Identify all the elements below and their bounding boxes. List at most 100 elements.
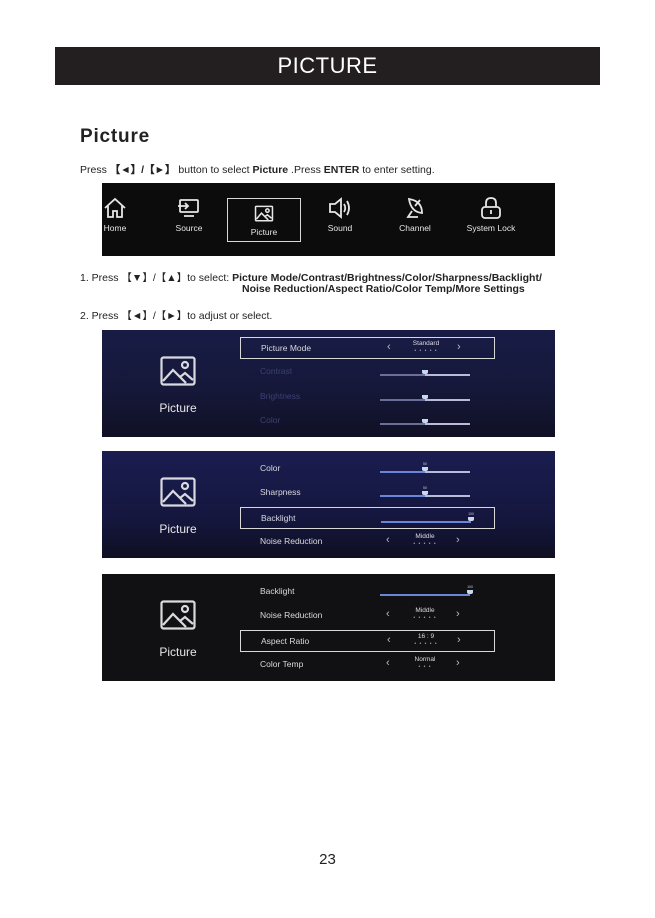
setting-label: Sharpness: [260, 487, 301, 497]
menu-label: Sound: [327, 223, 353, 233]
slider-knob[interactable]: [468, 517, 474, 521]
chevron-left-icon[interactable]: ‹: [387, 341, 391, 353]
slider-track[interactable]: 50: [380, 486, 470, 497]
setting-row-picture-mode[interactable]: Picture Mode ‹ Standard • • • • • ›: [240, 337, 495, 359]
intro-text3: to enter setting.: [359, 164, 435, 176]
tv-main-menu-bar: Home Source Picture Sound Channel System…: [102, 183, 555, 256]
slider-track[interactable]: 50: [380, 395, 470, 401]
setting-label: Brightness: [260, 391, 301, 401]
setting-label: Color: [260, 415, 281, 425]
setting-row-brightness[interactable]: Brightness 50: [240, 386, 495, 408]
slider-knob[interactable]: [467, 590, 473, 594]
chevron-left-icon[interactable]: ‹: [387, 634, 391, 646]
intro-text2: .Press: [288, 164, 324, 176]
menu-item-home[interactable]: Home: [102, 195, 152, 243]
speaker-icon: [329, 197, 350, 219]
setting-value: 16 : 9: [417, 633, 435, 640]
setting-row-sharpness[interactable]: Sharpness 50: [240, 482, 495, 504]
menu-item-sound[interactable]: Sound: [303, 195, 377, 243]
setting-label: Aspect Ratio: [261, 636, 310, 646]
setting-value: Middle: [415, 533, 435, 540]
home-icon: [104, 197, 126, 218]
source-icon: [178, 199, 199, 217]
picture-icon: [254, 205, 274, 222]
chevron-left-icon[interactable]: ‹: [386, 657, 390, 669]
setting-row-backlight[interactable]: Backlight 100: [240, 581, 495, 603]
section-banner: PICTURE: [55, 47, 600, 85]
side-label: Picture: [159, 645, 197, 659]
menu-item-channel[interactable]: Channel: [378, 195, 452, 243]
slider-value: 50: [423, 462, 427, 466]
slider-value: 100: [467, 585, 473, 589]
banner-title: PICTURE: [277, 53, 378, 78]
section-title: Picture: [80, 126, 151, 147]
step-2: 2. Press 【◄】/【►】to adjust or select.: [80, 308, 272, 323]
option-dots: • • •: [418, 664, 432, 670]
slider-fill: [380, 374, 425, 376]
menu-label: System Lock: [466, 223, 516, 233]
clock-icon: [553, 195, 555, 221]
option-dots: • • • • •: [413, 615, 437, 621]
slider-fill: [380, 399, 425, 401]
setting-label: Color Temp: [260, 659, 304, 669]
intro-bold-enter: ENTER: [323, 164, 360, 176]
setting-row-aspect-ratio[interactable]: Aspect Ratio ‹ 16 : 9 • • • • • ›: [240, 630, 495, 652]
setting-row-noise-reduction[interactable]: Noise Reduction ‹ Middle • • • • • ›: [240, 531, 495, 553]
menu-label: Source: [175, 223, 203, 233]
intro-text1: button to select: [175, 164, 253, 176]
slider-fill: [381, 521, 471, 523]
menu-label: Picture: [250, 227, 278, 237]
intro-press: Press: [80, 164, 107, 176]
option-dots: • • • • •: [414, 348, 438, 354]
intro-keys: 【◄】/【►】: [109, 164, 176, 176]
setting-row-backlight[interactable]: Backlight 100: [240, 507, 495, 529]
slider-knob[interactable]: [422, 467, 428, 471]
chevron-left-icon[interactable]: ‹: [386, 534, 390, 546]
setting-row-noise-reduction[interactable]: Noise Reduction ‹ Middle • • • • • ›: [240, 605, 495, 627]
slider-fill: [380, 423, 425, 425]
chevron-right-icon[interactable]: ›: [456, 534, 460, 546]
chevron-right-icon[interactable]: ›: [457, 634, 461, 646]
setting-row-color[interactable]: Color 50: [240, 410, 495, 432]
satellite-dish-icon: [406, 197, 423, 218]
menu-label: Home: [103, 223, 127, 233]
lock-icon: [481, 197, 501, 219]
picture-menu-screen-1: Picture Picture Mode ‹ Standard • • • • • › Co…: [102, 330, 555, 437]
slider-track[interactable]: 50: [380, 419, 470, 425]
setting-row-color[interactable]: Color 50: [240, 458, 495, 480]
step2-text: 2. Press 【◄】/【►】to adjust or select.: [80, 310, 273, 322]
menu-item-picture[interactable]: Picture: [227, 198, 301, 242]
setting-row-contrast[interactable]: Contrast 50: [240, 361, 495, 383]
slider-knob[interactable]: [422, 370, 428, 374]
chevron-left-icon[interactable]: ‹: [386, 608, 390, 620]
setting-label: Contrast: [260, 366, 293, 376]
setting-label: Backlight: [260, 586, 295, 596]
picture-menu-screen-2: Picture Color 50 Sharpness 50 Backlight 100 Noi…: [102, 451, 555, 558]
page-number: 23: [319, 851, 336, 868]
menu-label: Channel: [399, 223, 431, 233]
chevron-right-icon[interactable]: ›: [457, 341, 461, 353]
slider-track[interactable]: 50: [380, 370, 470, 376]
setting-label: Color: [260, 463, 281, 473]
picture-menu-screen-3: Picture Backlight 100 Noise Reduction ‹ Middl…: [102, 574, 555, 681]
slider-knob[interactable]: [422, 491, 428, 495]
slider-value: 50: [423, 486, 427, 490]
slider-knob[interactable]: [422, 395, 428, 399]
slider-track[interactable]: 100: [381, 512, 474, 523]
slider-knob[interactable]: [422, 419, 428, 423]
intro-text: Press 【◄】/【►】 button to select Picture .…: [80, 162, 435, 177]
chevron-right-icon[interactable]: ›: [456, 608, 460, 620]
chevron-right-icon[interactable]: ›: [456, 657, 460, 669]
slider-track[interactable]: 100: [380, 585, 473, 596]
setting-label: Noise Reduction: [260, 536, 323, 546]
menu-item-system-lock[interactable]: System Lock: [454, 195, 528, 243]
slider-track[interactable]: 50: [380, 462, 470, 473]
setting-row-color-temp[interactable]: Color Temp ‹ Normal • • • ›: [240, 654, 495, 676]
slider-value: 100: [468, 512, 474, 516]
step1-bold-line2: Noise Reduction/Aspect Ratio/Color Temp/…: [242, 283, 525, 295]
setting-label: Noise Reduction: [260, 610, 323, 620]
menu-item-time[interactable]: Tim: [529, 195, 555, 243]
menu-item-source[interactable]: Source: [152, 195, 226, 243]
setting-label: Picture Mode: [261, 343, 312, 353]
step-1-cont: Noise Reduction/Aspect Ratio/Color Temp/…: [242, 283, 525, 295]
